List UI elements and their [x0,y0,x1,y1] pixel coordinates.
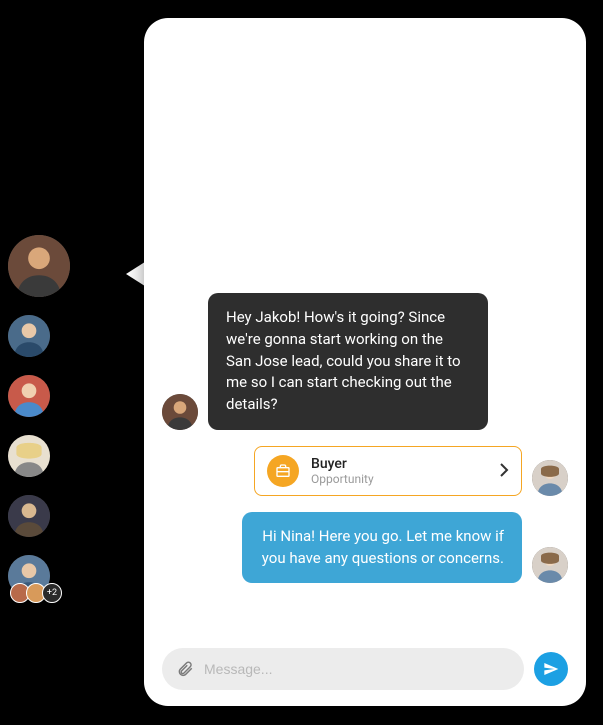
contact-avatar[interactable] [8,315,50,357]
sender-avatar[interactable] [162,394,198,430]
briefcase-icon [267,455,299,487]
contact-avatar-active[interactable] [8,235,70,297]
message-row: Buyer Opportunity [162,446,568,496]
message-row: Hey Jakob! How's it going? Since we're g… [162,293,568,430]
group-members: +2 [10,583,62,603]
input-container [162,648,524,690]
contact-group[interactable]: +2 [8,555,68,605]
message-row: Hi Nina! Here you go. Let me know if you… [162,512,568,584]
message-bubble: Hi Nina! Here you go. Let me know if you… [242,512,522,584]
chevron-right-icon [499,459,509,483]
chat-panel: Hey Jakob! How's it going? Since we're g… [144,18,586,706]
message-input[interactable] [204,661,510,677]
send-button[interactable] [534,652,568,686]
message-list: Hey Jakob! How's it going? Since we're g… [144,293,586,634]
contact-avatar[interactable] [8,375,50,417]
contact-sidebar: +2 [8,235,78,605]
message-composer [162,648,568,690]
opportunity-card[interactable]: Buyer Opportunity [254,446,522,496]
group-more-badge: +2 [42,583,62,603]
card-text: Buyer Opportunity [311,456,487,486]
message-bubble: Hey Jakob! How's it going? Since we're g… [208,293,488,430]
contact-avatar[interactable] [8,495,50,537]
sender-avatar[interactable] [532,460,568,496]
card-subtitle: Opportunity [311,472,487,486]
sender-avatar[interactable] [532,547,568,583]
contact-avatar[interactable] [8,435,50,477]
attachment-icon[interactable] [176,660,194,678]
card-title: Buyer [311,456,487,472]
